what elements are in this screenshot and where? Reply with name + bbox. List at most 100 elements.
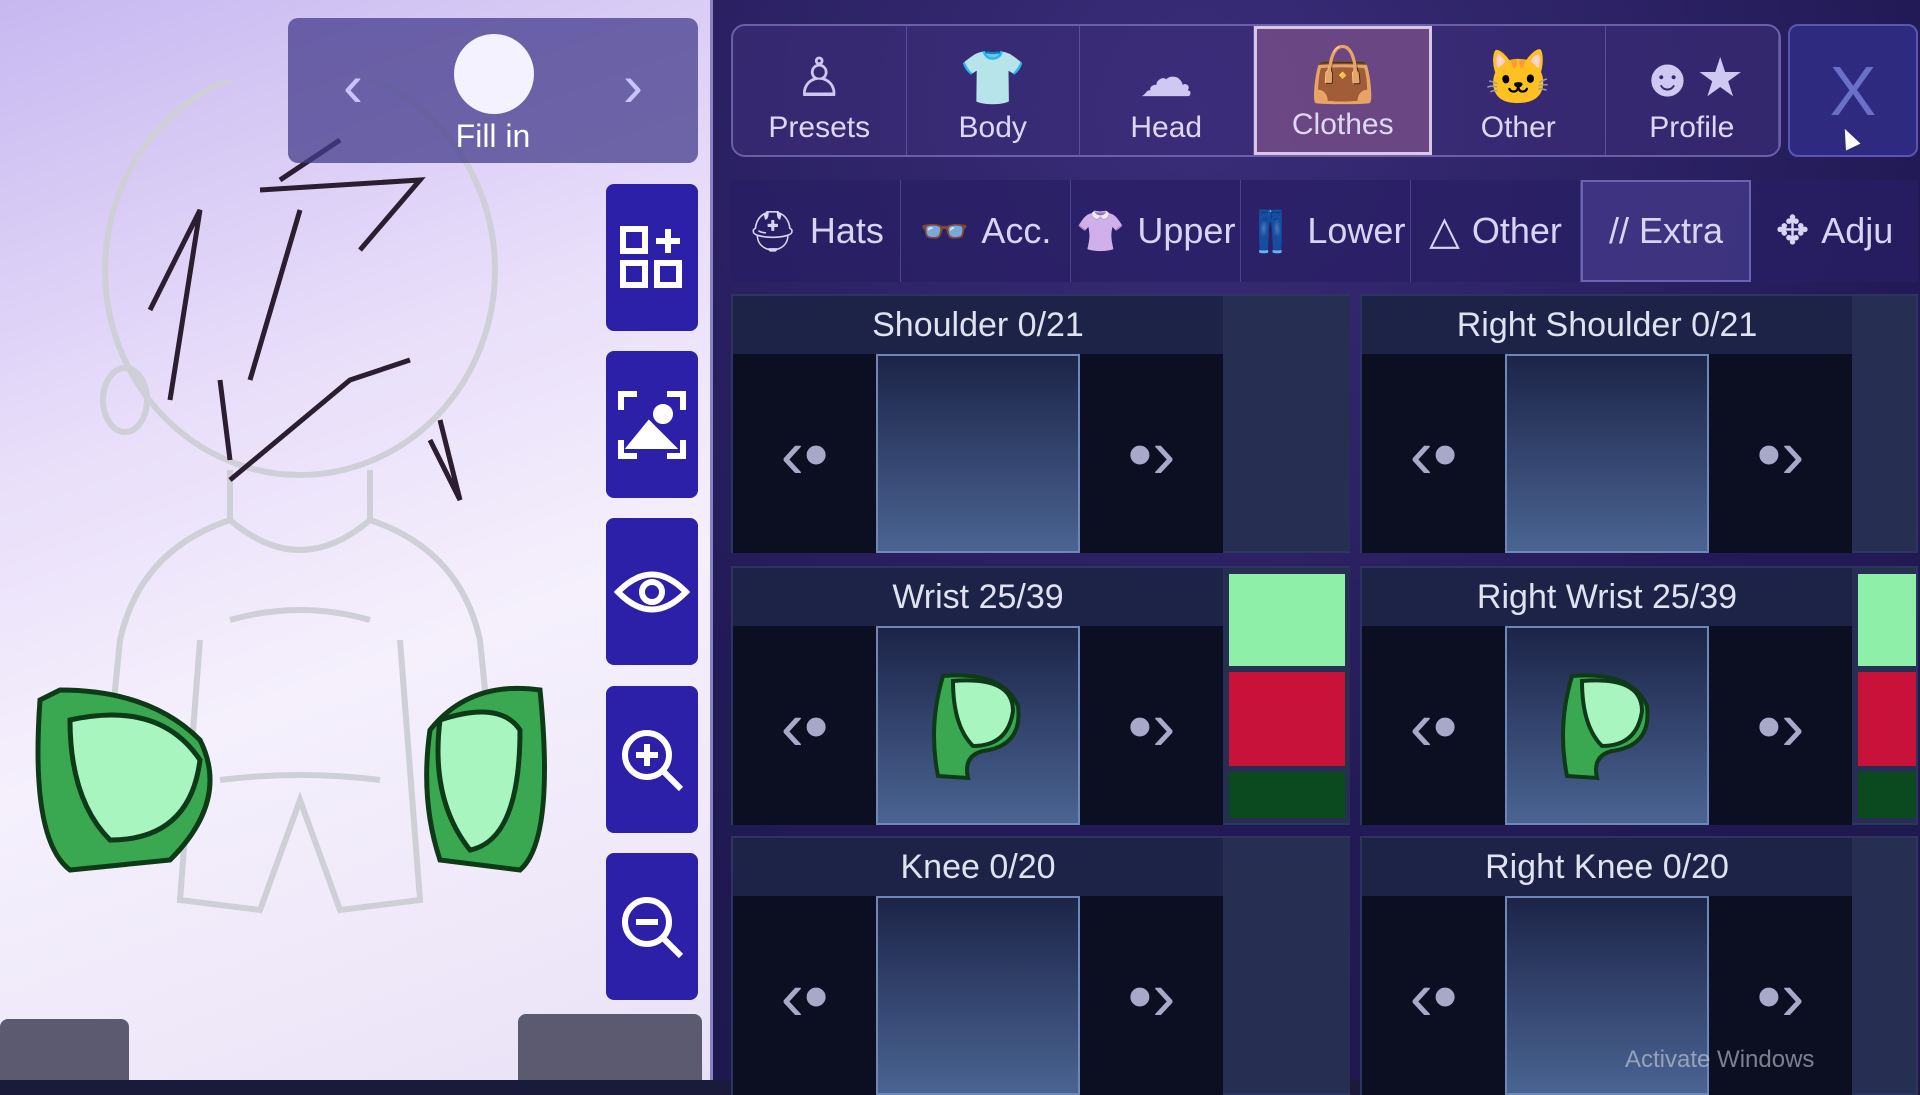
character-preview-panel: ‹ › Fill in — [0, 0, 710, 1080]
prev-item-button[interactable]: ‹• — [1362, 626, 1505, 825]
next-item-button[interactable]: •› — [1080, 626, 1223, 825]
tab-clothes[interactable]: 👜 Clothes — [1253, 26, 1432, 155]
screenshot-button[interactable] — [606, 351, 698, 498]
head-icon: ☁ — [1139, 48, 1194, 108]
color-swatch[interactable] — [1858, 574, 1916, 666]
shirt-icon: 👚 — [1075, 209, 1126, 254]
color-column — [1852, 568, 1916, 823]
tab-label: Head — [1130, 111, 1203, 144]
subtab-other[interactable]: △ Other — [1411, 180, 1581, 282]
cap-icon: ⛑ — [747, 209, 798, 254]
chevron-left-icon: ‹• — [780, 956, 829, 1035]
item-preview[interactable] — [876, 354, 1080, 553]
other-icon: 🐱 — [1484, 48, 1552, 108]
presets-icon: ♙ — [795, 48, 844, 108]
tab-label: Body — [958, 111, 1027, 144]
character-select-button[interactable] — [0, 1019, 129, 1080]
prev-item-button[interactable]: ‹• — [733, 626, 876, 825]
tab-presets[interactable]: ♙ Presets — [733, 26, 907, 155]
slot-title: Shoulder 0/21 — [733, 296, 1223, 354]
color-column — [1852, 296, 1916, 551]
layout-add-icon — [620, 225, 682, 288]
subtab-label: Lower — [1307, 210, 1406, 251]
tab-label: Clothes — [1291, 108, 1394, 141]
color-swatch[interactable] — [1229, 574, 1345, 666]
color-column — [1223, 296, 1350, 551]
prev-item-button[interactable]: ‹• — [1362, 896, 1505, 1095]
chevron-right-icon: •› — [1756, 414, 1805, 493]
chevron-right-icon: •› — [1127, 414, 1176, 493]
tab-label: Other — [1480, 111, 1556, 144]
tab-head[interactable]: ☁ Head — [1080, 26, 1254, 155]
slot-title: Right Shoulder 0/21 — [1362, 296, 1852, 354]
slot-right-wrist: Right Wrist 25/39 ‹• •› — [1360, 566, 1918, 825]
item-preview[interactable] — [1505, 354, 1709, 553]
visibility-button[interactable] — [606, 518, 698, 665]
next-item-button[interactable]: •› — [1080, 354, 1223, 553]
item-preview[interactable] — [876, 626, 1080, 825]
sub-tabs: ⛑ Hats 👓 Acc. 👚 Upper 👖 Lower △ Other // Extr… — [731, 180, 1918, 282]
item-preview[interactable] — [1505, 626, 1709, 825]
chevron-right-icon: •› — [1756, 686, 1805, 765]
glove-item-icon — [1561, 672, 1650, 780]
profile-icon: ☻★ — [1639, 48, 1745, 108]
color-column — [1852, 838, 1916, 1093]
zoom-out-button[interactable] — [606, 853, 698, 1000]
subtab-lower[interactable]: 👖 Lower — [1241, 180, 1411, 282]
color-swatch[interactable] — [1858, 672, 1916, 766]
color-column — [1223, 838, 1350, 1093]
zoom-out-icon — [622, 896, 684, 958]
next-item-button[interactable]: •› — [1080, 896, 1223, 1095]
main-tabs: ♙ Presets 👕 Body ☁ Head 👜 Clothes 🐱 Other ☻★ P… — [731, 24, 1781, 157]
chevron-right-icon: •› — [1756, 956, 1805, 1035]
tab-body[interactable]: 👕 Body — [907, 26, 1080, 155]
fill-in-label: Fill in — [455, 118, 531, 154]
subtab-label: Acc. — [981, 210, 1052, 251]
face-thumbnail[interactable] — [454, 34, 534, 114]
slot-title: Right Wrist 25/39 — [1362, 568, 1852, 626]
chevron-left-icon: ‹• — [780, 414, 829, 493]
item-preview[interactable] — [876, 896, 1080, 1095]
slot-title: Right Knee 0/20 — [1362, 838, 1852, 896]
eye-icon — [614, 571, 690, 612]
focus-button[interactable] — [518, 1014, 702, 1080]
chevron-right-icon: •› — [1127, 956, 1176, 1035]
preset-nav: ‹ › Fill in — [288, 18, 698, 163]
zoom-in-icon — [622, 729, 684, 791]
color-swatch[interactable] — [1229, 772, 1345, 818]
prev-item-button[interactable]: ‹• — [733, 896, 876, 1095]
cape-icon: △ — [1429, 209, 1460, 253]
subtab-acc[interactable]: 👓 Acc. — [901, 180, 1071, 282]
slot-wrist: Wrist 25/39 ‹• •› — [731, 566, 1350, 825]
next-item-button[interactable]: •› — [1709, 626, 1852, 825]
glasses-icon: 👓 — [919, 209, 970, 254]
layout-add-button[interactable] — [606, 184, 698, 331]
chevron-left-icon: ‹• — [1409, 414, 1458, 493]
subtab-label: Other — [1471, 210, 1562, 251]
tab-profile[interactable]: ☻★ Profile — [1606, 26, 1779, 155]
character-figure — [35, 80, 547, 914]
slot-title: Wrist 25/39 — [733, 568, 1223, 626]
prev-item-button[interactable]: ‹• — [733, 354, 876, 553]
tab-other[interactable]: 🐱 Other — [1432, 26, 1606, 155]
prev-item-button[interactable]: ‹• — [1362, 354, 1505, 553]
chevron-left-icon[interactable]: ‹ — [343, 56, 363, 116]
subtab-hats[interactable]: ⛑ Hats — [731, 180, 901, 282]
subtab-adjust[interactable]: ✥ Adju — [1751, 180, 1918, 282]
screenshot-icon — [618, 390, 686, 459]
subtab-label: // Extra — [1608, 210, 1724, 251]
subtab-upper[interactable]: 👚 Upper — [1071, 180, 1241, 282]
next-item-button[interactable]: •› — [1709, 354, 1852, 553]
slot-right-shoulder: Right Shoulder 0/21 ‹• •› — [1360, 294, 1918, 553]
color-swatch[interactable] — [1229, 672, 1345, 766]
zoom-in-button[interactable] — [606, 686, 698, 833]
chevron-right-icon: •› — [1127, 686, 1176, 765]
move-icon: ✥ — [1775, 209, 1810, 253]
color-column — [1223, 568, 1350, 823]
activate-windows-watermark: Activate Windows — [1625, 1046, 1815, 1073]
slot-shoulder: Shoulder 0/21 ‹• •› — [731, 294, 1350, 553]
subtab-extra[interactable]: // Extra — [1581, 180, 1751, 282]
chevron-right-icon[interactable]: › — [623, 56, 643, 116]
clothes-icon: 👜 — [1309, 45, 1377, 105]
color-swatch[interactable] — [1858, 772, 1916, 818]
